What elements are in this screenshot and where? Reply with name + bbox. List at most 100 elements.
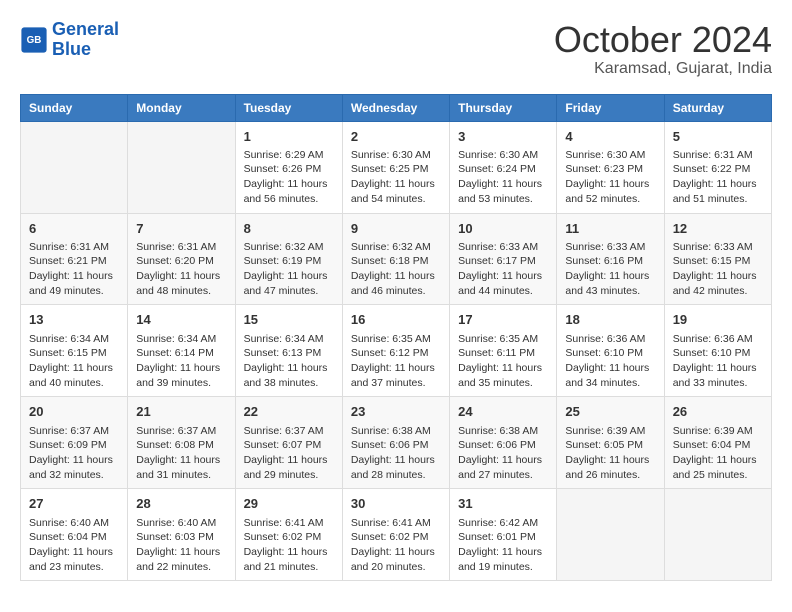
calendar-cell — [21, 121, 128, 213]
logo-icon: GB — [20, 26, 48, 54]
day-info: Sunrise: 6:39 AMSunset: 6:04 PMDaylight:… — [673, 424, 763, 483]
calendar-cell: 23Sunrise: 6:38 AMSunset: 6:06 PMDayligh… — [342, 397, 449, 489]
title-block: October 2024 Karamsad, Gujarat, India — [554, 20, 772, 78]
calendar-cell: 21Sunrise: 6:37 AMSunset: 6:08 PMDayligh… — [128, 397, 235, 489]
day-number: 5 — [673, 128, 763, 146]
logo-text: General Blue — [52, 20, 119, 60]
calendar-cell: 20Sunrise: 6:37 AMSunset: 6:09 PMDayligh… — [21, 397, 128, 489]
day-info: Sunrise: 6:30 AMSunset: 6:25 PMDaylight:… — [351, 148, 441, 207]
day-info: Sunrise: 6:42 AMSunset: 6:01 PMDaylight:… — [458, 516, 548, 575]
month-title: October 2024 — [554, 20, 772, 60]
day-info: Sunrise: 6:34 AMSunset: 6:15 PMDaylight:… — [29, 332, 119, 391]
day-info: Sunrise: 6:40 AMSunset: 6:03 PMDaylight:… — [136, 516, 226, 575]
day-number: 28 — [136, 495, 226, 513]
calendar-table: SundayMondayTuesdayWednesdayThursdayFrid… — [20, 94, 772, 582]
calendar-cell: 13 Sunrise: 6:34 AMSunset: 6:15 PMDayligh… — [21, 305, 128, 397]
day-info: Sunrise: 6:35 AMSunset: 6:11 PMDaylight:… — [458, 332, 548, 391]
calendar-cell: 2 Sunrise: 6:30 AMSunset: 6:25 PMDaylight… — [342, 121, 449, 213]
day-info: Sunrise: 6:30 AMSunset: 6:24 PMDaylight:… — [458, 148, 548, 207]
day-number: 6 — [29, 220, 119, 238]
calendar-cell: 9 Sunrise: 6:32 AMSunset: 6:18 PMDaylight… — [342, 213, 449, 305]
day-info: Sunrise: 6:37 AMSunset: 6:07 PMDaylight:… — [244, 424, 334, 483]
calendar-cell: 6 Sunrise: 6:31 AMSunset: 6:21 PMDaylight… — [21, 213, 128, 305]
day-info: Sunrise: 6:33 AMSunset: 6:16 PMDaylight:… — [565, 240, 655, 299]
calendar-cell — [557, 489, 664, 581]
calendar-cell: 3 Sunrise: 6:30 AMSunset: 6:24 PMDaylight… — [450, 121, 557, 213]
calendar-cell: 4Sunrise: 6:30 AMSunset: 6:23 PMDaylight… — [557, 121, 664, 213]
weekday-header-saturday: Saturday — [664, 94, 771, 121]
day-number: 8 — [244, 220, 334, 238]
calendar-cell: 24 Sunrise: 6:38 AMSunset: 6:06 PMDayligh… — [450, 397, 557, 489]
day-number: 7 — [136, 220, 226, 238]
calendar-cell: 22 Sunrise: 6:37 AMSunset: 6:07 PMDayligh… — [235, 397, 342, 489]
day-number: 18 — [565, 311, 655, 329]
weekday-header-friday: Friday — [557, 94, 664, 121]
day-number: 23 — [351, 403, 441, 421]
calendar-cell: 7Sunrise: 6:31 AMSunset: 6:20 PMDaylight… — [128, 213, 235, 305]
calendar-cell — [664, 489, 771, 581]
day-info: Sunrise: 6:36 AMSunset: 6:10 PMDaylight:… — [673, 332, 763, 391]
day-info: Sunrise: 6:37 AMSunset: 6:08 PMDaylight:… — [136, 424, 226, 483]
calendar-cell: 1Sunrise: 6:29 AMSunset: 6:26 PMDaylight… — [235, 121, 342, 213]
weekday-header-wednesday: Wednesday — [342, 94, 449, 121]
day-info: Sunrise: 6:40 AMSunset: 6:04 PMDaylight:… — [29, 516, 119, 575]
day-number: 16 — [351, 311, 441, 329]
day-info: Sunrise: 6:30 AMSunset: 6:23 PMDaylight:… — [565, 148, 655, 207]
day-number: 20 — [29, 403, 119, 421]
day-info: Sunrise: 6:33 AMSunset: 6:17 PMDaylight:… — [458, 240, 548, 299]
day-info: Sunrise: 6:41 AMSunset: 6:02 PMDaylight:… — [351, 516, 441, 575]
calendar-cell: 28 Sunrise: 6:40 AMSunset: 6:03 PMDayligh… — [128, 489, 235, 581]
day-number: 25 — [565, 403, 655, 421]
day-number: 9 — [351, 220, 441, 238]
calendar-cell: 18 Sunrise: 6:36 AMSunset: 6:10 PMDayligh… — [557, 305, 664, 397]
day-number: 24 — [458, 403, 548, 421]
day-info: Sunrise: 6:32 AMSunset: 6:19 PMDaylight:… — [244, 240, 334, 299]
day-info: Sunrise: 6:34 AMSunset: 6:13 PMDaylight:… — [244, 332, 334, 391]
calendar-cell: 8 Sunrise: 6:32 AMSunset: 6:19 PMDaylight… — [235, 213, 342, 305]
day-info: Sunrise: 6:31 AMSunset: 6:21 PMDaylight:… — [29, 240, 119, 299]
calendar-cell: 19 Sunrise: 6:36 AMSunset: 6:10 PMDayligh… — [664, 305, 771, 397]
svg-text:GB: GB — [27, 35, 42, 46]
calendar-cell: 31 Sunrise: 6:42 AMSunset: 6:01 PMDayligh… — [450, 489, 557, 581]
week-row-5: 27 Sunrise: 6:40 AMSunset: 6:04 PMDayligh… — [21, 489, 772, 581]
location: Karamsad, Gujarat, India — [554, 60, 772, 78]
day-info: Sunrise: 6:29 AMSunset: 6:26 PMDaylight:… — [244, 148, 334, 207]
day-info: Sunrise: 6:39 AMSunset: 6:05 PMDaylight:… — [565, 424, 655, 483]
day-number: 22 — [244, 403, 334, 421]
calendar-cell: 17 Sunrise: 6:35 AMSunset: 6:11 PMDayligh… — [450, 305, 557, 397]
day-number: 29 — [244, 495, 334, 513]
day-number: 3 — [458, 128, 548, 146]
weekday-header-sunday: Sunday — [21, 94, 128, 121]
calendar-cell: 25 Sunrise: 6:39 AMSunset: 6:05 PMDayligh… — [557, 397, 664, 489]
day-number: 2 — [351, 128, 441, 146]
day-info: Sunrise: 6:31 AMSunset: 6:22 PMDaylight:… — [673, 148, 763, 207]
weekday-header-monday: Monday — [128, 94, 235, 121]
day-number: 27 — [29, 495, 119, 513]
day-number: 17 — [458, 311, 548, 329]
calendar-cell: 29Sunrise: 6:41 AMSunset: 6:02 PMDayligh… — [235, 489, 342, 581]
calendar-cell: 12Sunrise: 6:33 AMSunset: 6:15 PMDayligh… — [664, 213, 771, 305]
page-header: GB General Blue October 2024 Karamsad, G… — [20, 20, 772, 78]
calendar-cell: 16 Sunrise: 6:35 AMSunset: 6:12 PMDayligh… — [342, 305, 449, 397]
calendar-cell — [128, 121, 235, 213]
week-row-3: 13 Sunrise: 6:34 AMSunset: 6:15 PMDayligh… — [21, 305, 772, 397]
day-info: Sunrise: 6:33 AMSunset: 6:15 PMDaylight:… — [673, 240, 763, 299]
weekday-header-tuesday: Tuesday — [235, 94, 342, 121]
day-number: 19 — [673, 311, 763, 329]
calendar-cell: 30 Sunrise: 6:41 AMSunset: 6:02 PMDayligh… — [342, 489, 449, 581]
day-number: 30 — [351, 495, 441, 513]
day-info: Sunrise: 6:36 AMSunset: 6:10 PMDaylight:… — [565, 332, 655, 391]
day-number: 13 — [29, 311, 119, 329]
day-number: 10 — [458, 220, 548, 238]
calendar-cell: 14Sunrise: 6:34 AMSunset: 6:14 PMDayligh… — [128, 305, 235, 397]
calendar-cell: 15Sunrise: 6:34 AMSunset: 6:13 PMDayligh… — [235, 305, 342, 397]
day-info: Sunrise: 6:32 AMSunset: 6:18 PMDaylight:… — [351, 240, 441, 299]
day-number: 14 — [136, 311, 226, 329]
day-info: Sunrise: 6:38 AMSunset: 6:06 PMDaylight:… — [458, 424, 548, 483]
day-number: 31 — [458, 495, 548, 513]
calendar-cell: 26Sunrise: 6:39 AMSunset: 6:04 PMDayligh… — [664, 397, 771, 489]
week-row-4: 20Sunrise: 6:37 AMSunset: 6:09 PMDayligh… — [21, 397, 772, 489]
calendar-cell: 10 Sunrise: 6:33 AMSunset: 6:17 PMDayligh… — [450, 213, 557, 305]
week-row-2: 6 Sunrise: 6:31 AMSunset: 6:21 PMDaylight… — [21, 213, 772, 305]
day-info: Sunrise: 6:35 AMSunset: 6:12 PMDaylight:… — [351, 332, 441, 391]
